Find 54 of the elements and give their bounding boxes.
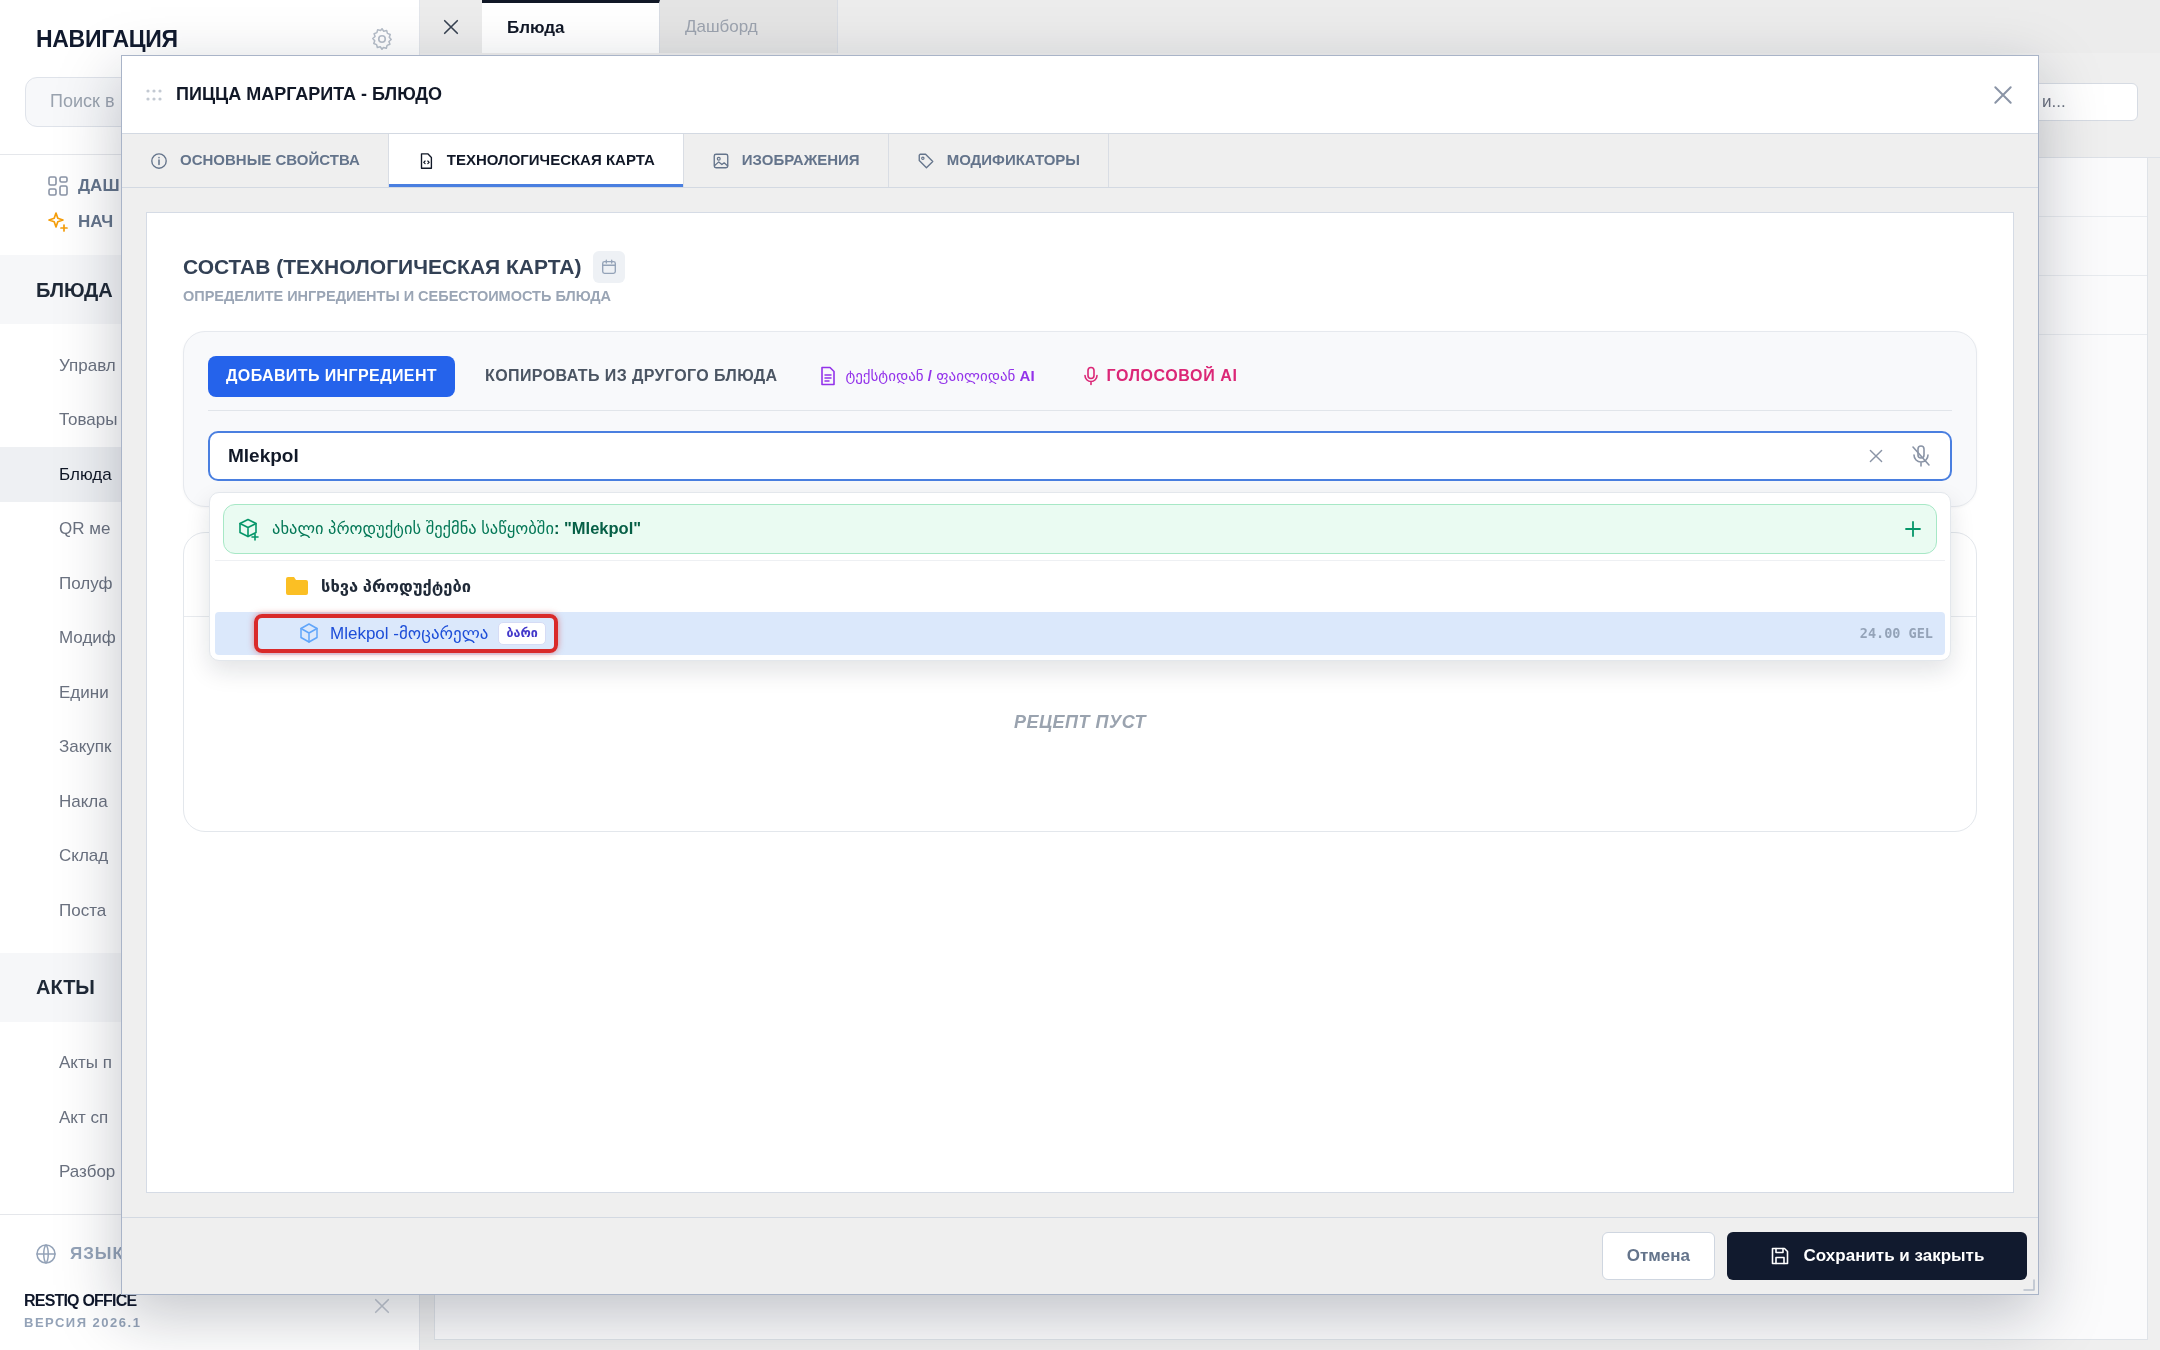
grid-icon	[46, 174, 70, 198]
sparkle-icon	[46, 210, 70, 234]
sidebar-title: НАВИГАЦИЯ	[36, 25, 178, 54]
document-icon	[819, 366, 838, 387]
save-icon	[1769, 1246, 1790, 1266]
copy-button[interactable]: КОПИРОВАТЬ ИЗ ДРУГОГО БЛЮДА	[485, 364, 778, 389]
section-header: БЛЮДА	[36, 277, 113, 303]
cube-icon	[298, 622, 320, 645]
empty-text: РЕЦЕПТ ПУСТ	[1014, 710, 1146, 734]
create-product-text: ახალი პროდუქტის შექმნა საწყობში: "Mlekpol"	[272, 518, 643, 540]
calendar-icon	[600, 258, 619, 276]
tab[interactable]: ИЗОБРАЖЕНИЯ	[683, 134, 889, 187]
cancel-button[interactable]: Отмена	[1601, 1232, 1715, 1280]
section-header: АКТЫ	[36, 975, 95, 1000]
nav-link[interactable]: ДАШ	[78, 173, 120, 199]
brand-name: RESTIQ OFFICE	[24, 1290, 137, 1311]
close-icon	[1992, 83, 2014, 106]
section-title: СОСТАВ (ТЕХНОЛОГИЧЕСКАЯ КАРТА)	[183, 254, 582, 281]
globe-icon[interactable]	[34, 1241, 58, 1266]
tab[interactable]: ОСНОВНЫЕ СВОЙСТВА	[122, 134, 389, 187]
save-button[interactable]: Сохранить и закрыть	[1727, 1232, 2027, 1280]
tab[interactable]: Блюда	[482, 0, 660, 53]
group-label: სხვა პროდუქტები	[321, 575, 471, 598]
tab[interactable]: ТЕХНОЛОГИЧЕСКАЯ КАРТА	[388, 134, 684, 187]
language-label[interactable]: ЯЗЫК	[70, 1241, 124, 1267]
add-ingredient-button[interactable]: ДОБАВИТЬ ИНГРЕДИЕНТ	[208, 355, 456, 397]
close-icon	[442, 17, 460, 36]
modal-title: ПИЦЦА МАРГАРИТА - БЛЮДО	[176, 83, 444, 106]
voice-ai-button[interactable]: ГОЛОСОВОЙ AI	[1064, 364, 1238, 389]
item-name: Mlekpol -მოცარელა	[330, 622, 489, 645]
nav-link[interactable]: НАЧ	[78, 209, 114, 235]
tag-icon	[916, 151, 935, 170]
dropdown-item[interactable]: Mlekpol -მოცარელა ბარი 24.00 GEL	[215, 611, 1945, 655]
microphone-icon	[1082, 366, 1099, 387]
create-product-option[interactable]: ახალი პროდუქტის შექმნა საწყობში: "Mlekpol"	[223, 503, 1937, 554]
resize-grip-icon[interactable]	[2023, 1279, 2035, 1291]
image-icon	[711, 151, 730, 170]
price-text: 24.00 GEL	[1859, 624, 1933, 644]
plus-icon	[1904, 519, 1922, 538]
search-field[interactable]: Mlekpol	[208, 430, 1952, 481]
info-icon	[150, 151, 168, 170]
ai-import-button[interactable]: ტექსტიდან / ფაილიდან AI	[807, 365, 1035, 388]
box-plus-icon	[236, 516, 260, 541]
folder-icon	[285, 576, 309, 597]
microphone-off-icon[interactable]	[1910, 443, 1932, 468]
calendar-button[interactable]	[593, 251, 626, 283]
settings-icon[interactable]	[369, 26, 395, 53]
category-tag: ბარი	[498, 621, 546, 645]
close-icon	[1868, 447, 1884, 464]
tab[interactable]: МОДИФИКАТОРЫ	[888, 134, 1110, 187]
drag-handle-icon[interactable]	[146, 88, 162, 101]
version-text: ВЕРСИЯ 2026.1	[24, 1313, 142, 1332]
section-subtitle: ОПРЕДЕЛИТЕ ИНГРЕДИЕНТЫ И СЕБЕСТОИМОСТЬ БЛЮДА	[183, 287, 613, 306]
close-icon	[373, 1297, 391, 1315]
